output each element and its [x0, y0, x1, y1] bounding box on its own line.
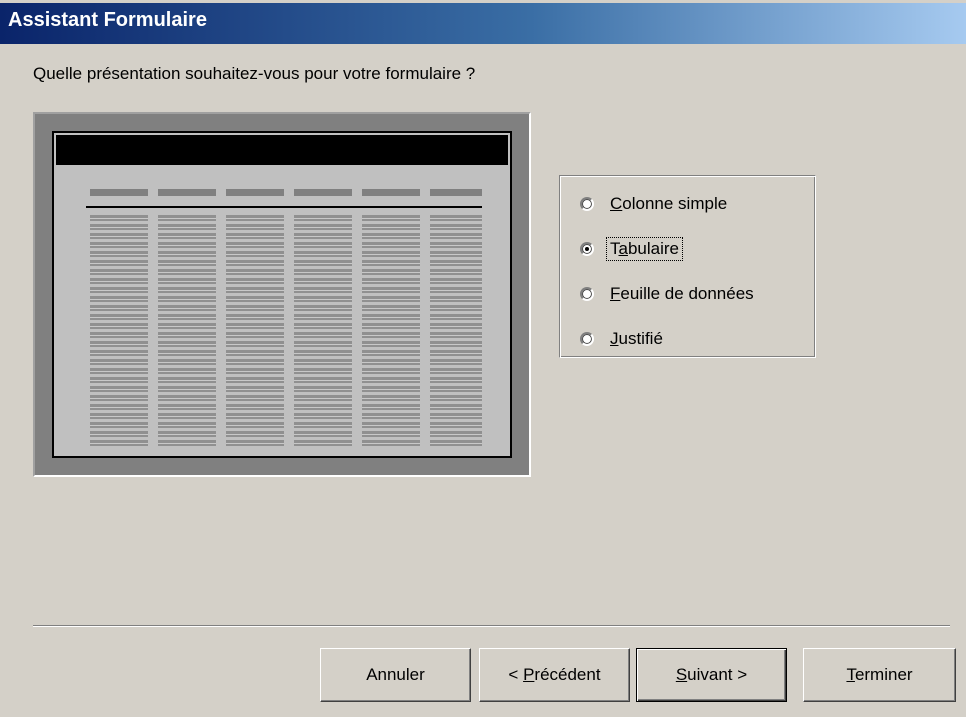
- mnemonic-letter: C: [610, 194, 623, 213]
- label-prefix: <: [508, 665, 524, 684]
- layout-preview: [33, 112, 531, 477]
- button-label: Annuler: [366, 665, 425, 684]
- preview-column-cells: [430, 215, 482, 449]
- question-label: Quelle présentation souhaitez-vous pour …: [33, 64, 476, 83]
- radio-label: Tabulaire: [605, 237, 684, 261]
- mnemonic-letter: S: [675, 665, 688, 684]
- preview-column-header: [430, 189, 482, 196]
- next-button[interactable]: Suivant >: [636, 648, 787, 702]
- preview-column-cells: [294, 215, 352, 449]
- preview-form: [52, 131, 512, 458]
- preview-header-bar: [56, 135, 508, 165]
- radio-label: Feuille de données: [607, 283, 757, 305]
- label-text: ustifié: [618, 329, 663, 348]
- radio-button-icon[interactable]: [580, 197, 594, 211]
- radio-label: Colonne simple: [607, 193, 730, 215]
- button-label: < Précédent: [508, 665, 600, 685]
- preview-column-header: [294, 189, 352, 196]
- mnemonic-letter: a: [618, 239, 628, 258]
- radio-button-selected-icon[interactable]: [580, 242, 594, 256]
- mnemonic-letter: P: [523, 665, 535, 684]
- separator-line: [33, 625, 950, 627]
- preview-column-header: [158, 189, 216, 196]
- cancel-button[interactable]: Annuler: [320, 648, 471, 702]
- preview-column-cells: [226, 215, 284, 449]
- label-prefix: T: [610, 239, 619, 258]
- radio-label: Justifié: [607, 328, 666, 350]
- label-text: euille de données: [620, 284, 754, 303]
- radio-feuille-de-donnees[interactable]: Feuille de données: [580, 282, 757, 306]
- preview-column-header: [90, 189, 148, 196]
- button-label: Terminer: [846, 665, 912, 685]
- label-text: erminer: [854, 665, 913, 684]
- mnemonic-letter: T: [846, 665, 855, 684]
- radio-button-icon[interactable]: [580, 332, 594, 346]
- preview-column-cells: [158, 215, 216, 449]
- preview-column-cells: [90, 215, 148, 449]
- preview-header-rule: [86, 206, 482, 208]
- label-text: bulaire: [627, 239, 680, 258]
- preview-column-header: [362, 189, 420, 196]
- preview-column-header: [226, 189, 284, 196]
- mnemonic-letter: J: [610, 329, 619, 348]
- label-text: uivant >: [687, 665, 748, 684]
- radio-tabulaire[interactable]: Tabulaire: [580, 237, 684, 261]
- window-title: Assistant Formulaire: [8, 9, 207, 31]
- layout-option-group: Colonne simple Tabulaire Feuille de donn…: [559, 175, 816, 358]
- title-bar[interactable]: Assistant Formulaire: [0, 0, 966, 44]
- radio-colonne-simple[interactable]: Colonne simple: [580, 192, 730, 216]
- label-text: olonne simple: [622, 194, 728, 213]
- previous-button[interactable]: < Précédent: [479, 648, 630, 702]
- radio-justifie[interactable]: Justifié: [580, 327, 666, 351]
- mnemonic-letter: F: [610, 284, 621, 303]
- button-label: Suivant >: [676, 665, 747, 685]
- label-text: récédent: [534, 665, 601, 684]
- finish-button[interactable]: Terminer: [803, 648, 956, 702]
- radio-button-icon[interactable]: [580, 287, 594, 301]
- preview-column-cells: [362, 215, 420, 449]
